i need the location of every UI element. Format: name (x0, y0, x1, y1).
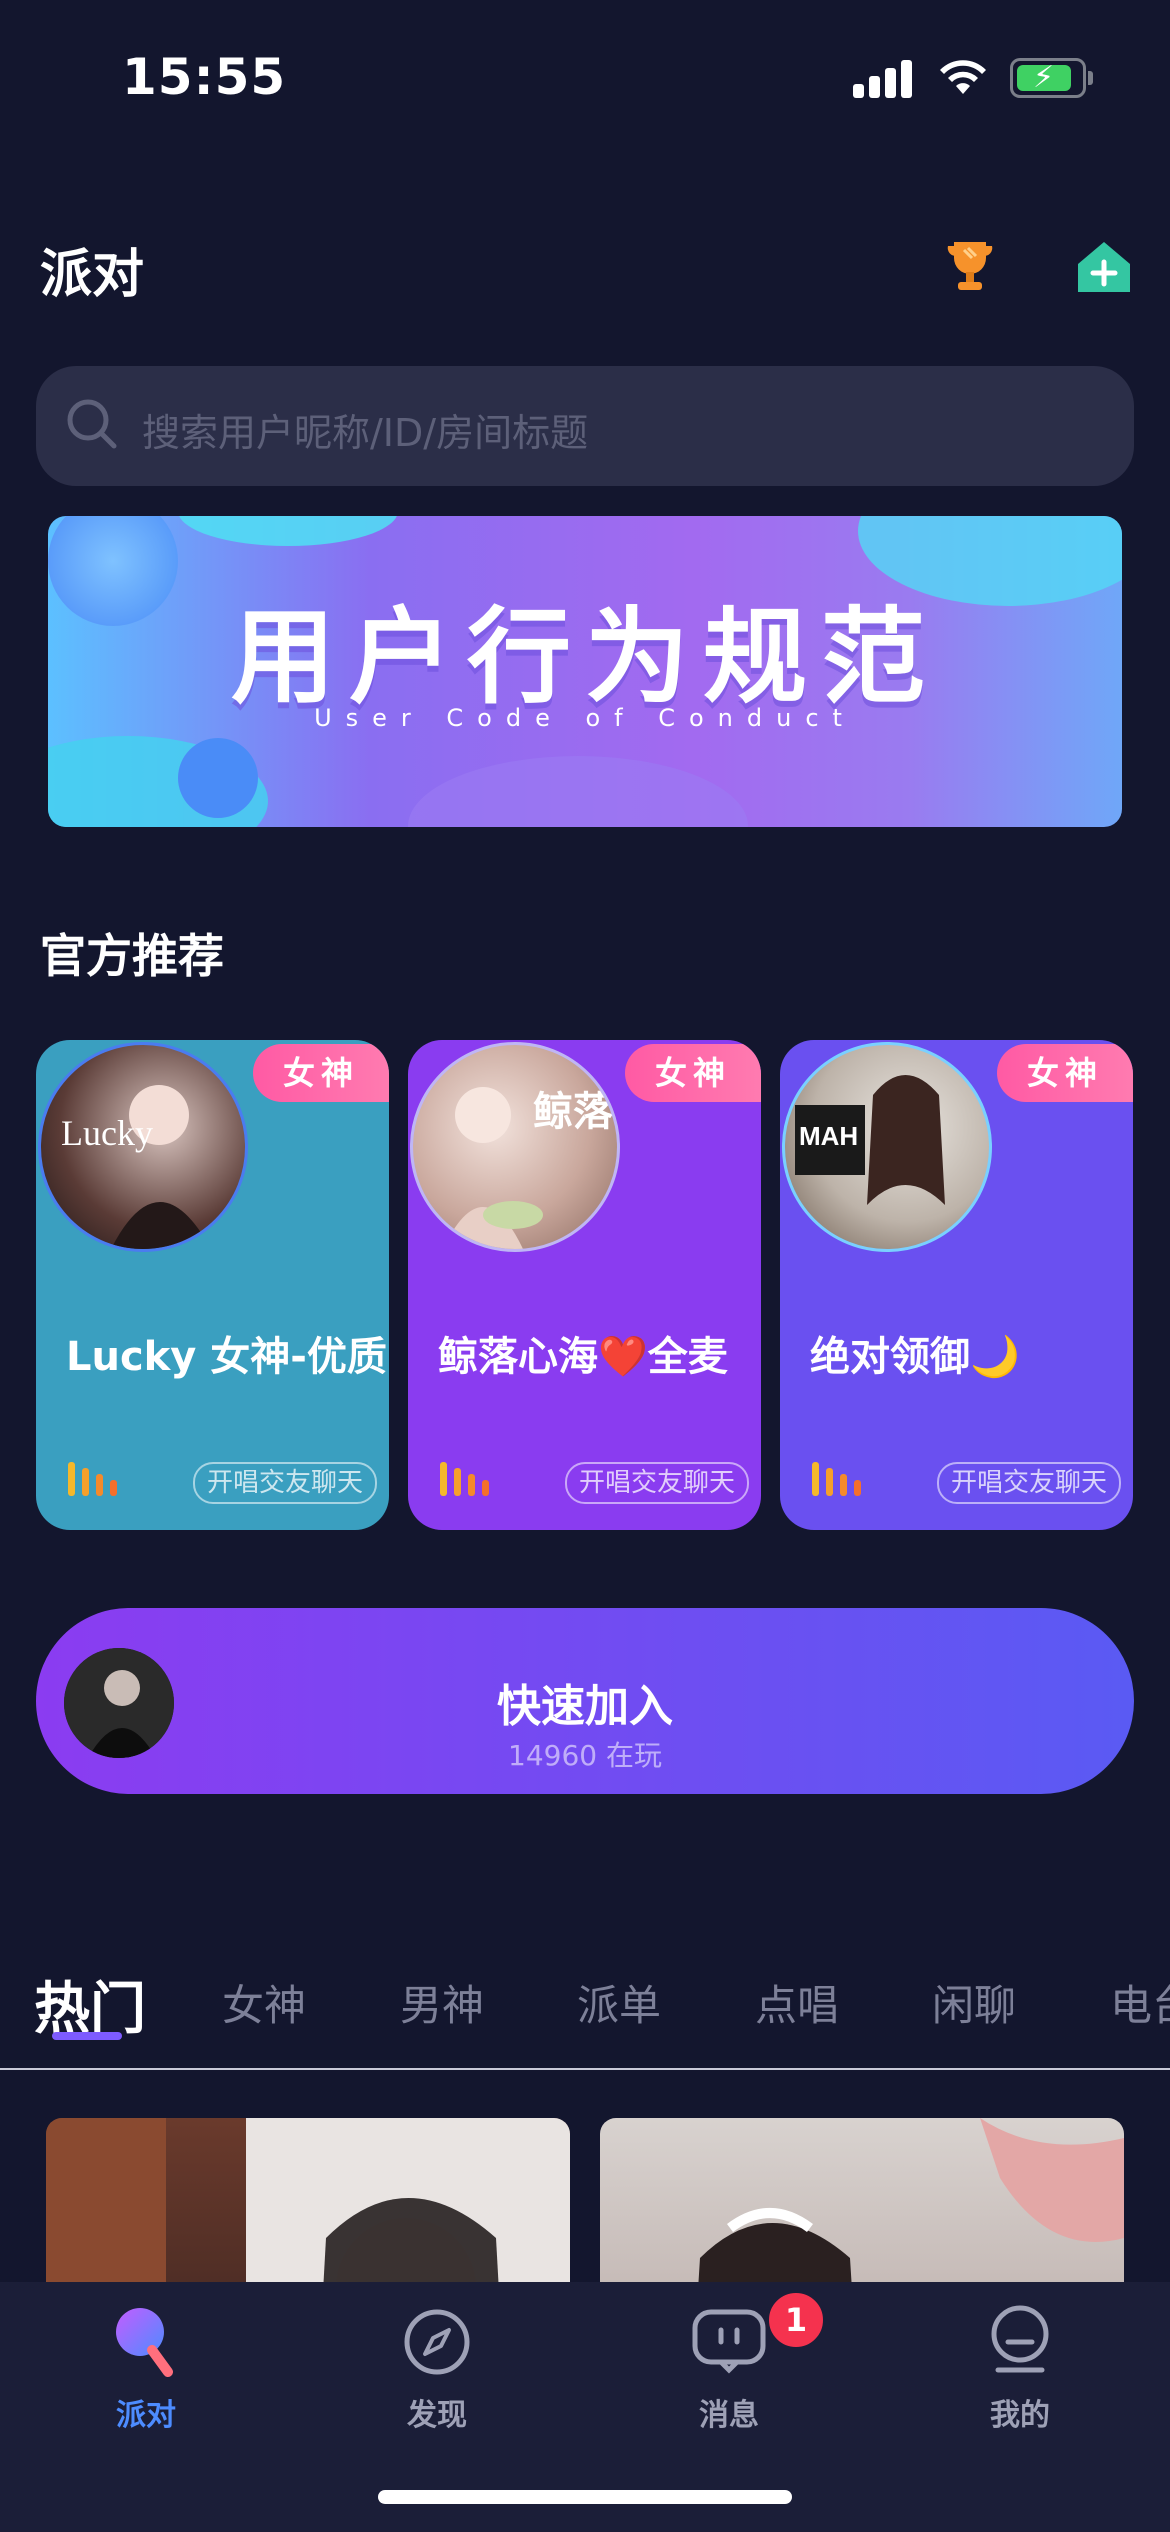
card-tag: 女神 (625, 1044, 761, 1102)
nav-label: 我的 (990, 2398, 1050, 2433)
audio-level-icon (68, 1462, 124, 1496)
home-indicator (378, 2490, 792, 2504)
room-card[interactable]: 鲸落 女神 鲸落心海❤️全麦 开唱交友聊天 (408, 1040, 761, 1530)
room-card[interactable]: Lucky 女神 Lucky 女神-优质 开唱交友聊天 (36, 1040, 389, 1530)
online-count: 14960 在玩 (508, 1739, 662, 1772)
search-input[interactable]: 搜索用户昵称/ID/房间标题 (36, 366, 1134, 486)
tab-radio[interactable]: 电台 (1110, 1972, 1170, 2033)
wifi-icon (940, 60, 986, 94)
svg-text:Lucky: Lucky (61, 1113, 153, 1153)
nav-label: 消息 (699, 2398, 759, 2433)
room-avatar: 鲸落 (410, 1042, 620, 1252)
tab-song-request[interactable]: 点唱 (755, 1972, 839, 2033)
tab-chat[interactable]: 闲聊 (932, 1972, 1016, 2033)
svg-text:MAH: MAH (799, 1121, 858, 1151)
nav-label: 派对 (116, 2398, 176, 2433)
card-tag: 女神 (997, 1044, 1133, 1102)
quick-join-button[interactable]: 快速加入 14960 在玩 (36, 1608, 1134, 1794)
svg-text:鲸落: 鲸落 (533, 1089, 614, 1135)
banner-title: 用户行为规范 (230, 596, 939, 718)
section-title-official: 官方推荐 (40, 929, 224, 983)
room-category: 开唱交友聊天 (936, 1462, 1121, 1504)
profile-icon (991, 2305, 1049, 2373)
trophy-icon[interactable] (940, 236, 1000, 296)
search-icon (67, 399, 117, 449)
card-tag: 女神 (253, 1044, 389, 1102)
page-title: 派对 (40, 245, 145, 305)
room-card[interactable]: MAH 女神 绝对领御🌙 开唱交友聊天 (780, 1040, 1133, 1530)
create-room-icon[interactable] (1074, 238, 1134, 298)
conduct-banner[interactable]: 用户行为规范 User Code of Conduct (48, 516, 1122, 827)
battery-icon: ⚡ (1010, 58, 1093, 98)
audio-level-icon (812, 1462, 868, 1496)
message-icon (692, 2309, 766, 2374)
compass-icon (404, 2309, 470, 2375)
room-avatar: Lucky (38, 1042, 248, 1252)
room-category: 开唱交友聊天 (192, 1462, 377, 1504)
cellular-signal-icon (853, 60, 917, 98)
unread-badge: 1 (766, 2290, 826, 2350)
status-time: 15:55 (122, 48, 287, 106)
tab-dispatch[interactable]: 派单 (577, 1972, 661, 2033)
room-name: 绝对领御🌙 (810, 1334, 1020, 1380)
quick-join-label: 快速加入 (497, 1681, 673, 1732)
tab-divider (0, 2068, 1170, 2070)
banner-subtitle: User Code of Conduct (314, 704, 856, 732)
room-avatar: MAH (782, 1042, 992, 1252)
tab-god[interactable]: 男神 (400, 1972, 484, 2033)
search-placeholder: 搜索用户昵称/ID/房间标题 (142, 411, 589, 455)
room-name: 鲸落心海❤️全麦 (438, 1334, 728, 1380)
tab-goddess[interactable]: 女神 (222, 1972, 306, 2033)
party-icon (116, 2308, 173, 2377)
room-name: Lucky 女神-优质 (66, 1334, 387, 1380)
active-tab-indicator (52, 2032, 122, 2040)
audio-level-icon (440, 1462, 496, 1496)
nav-label: 发现 (407, 2398, 467, 2433)
room-category: 开唱交友聊天 (564, 1462, 749, 1504)
